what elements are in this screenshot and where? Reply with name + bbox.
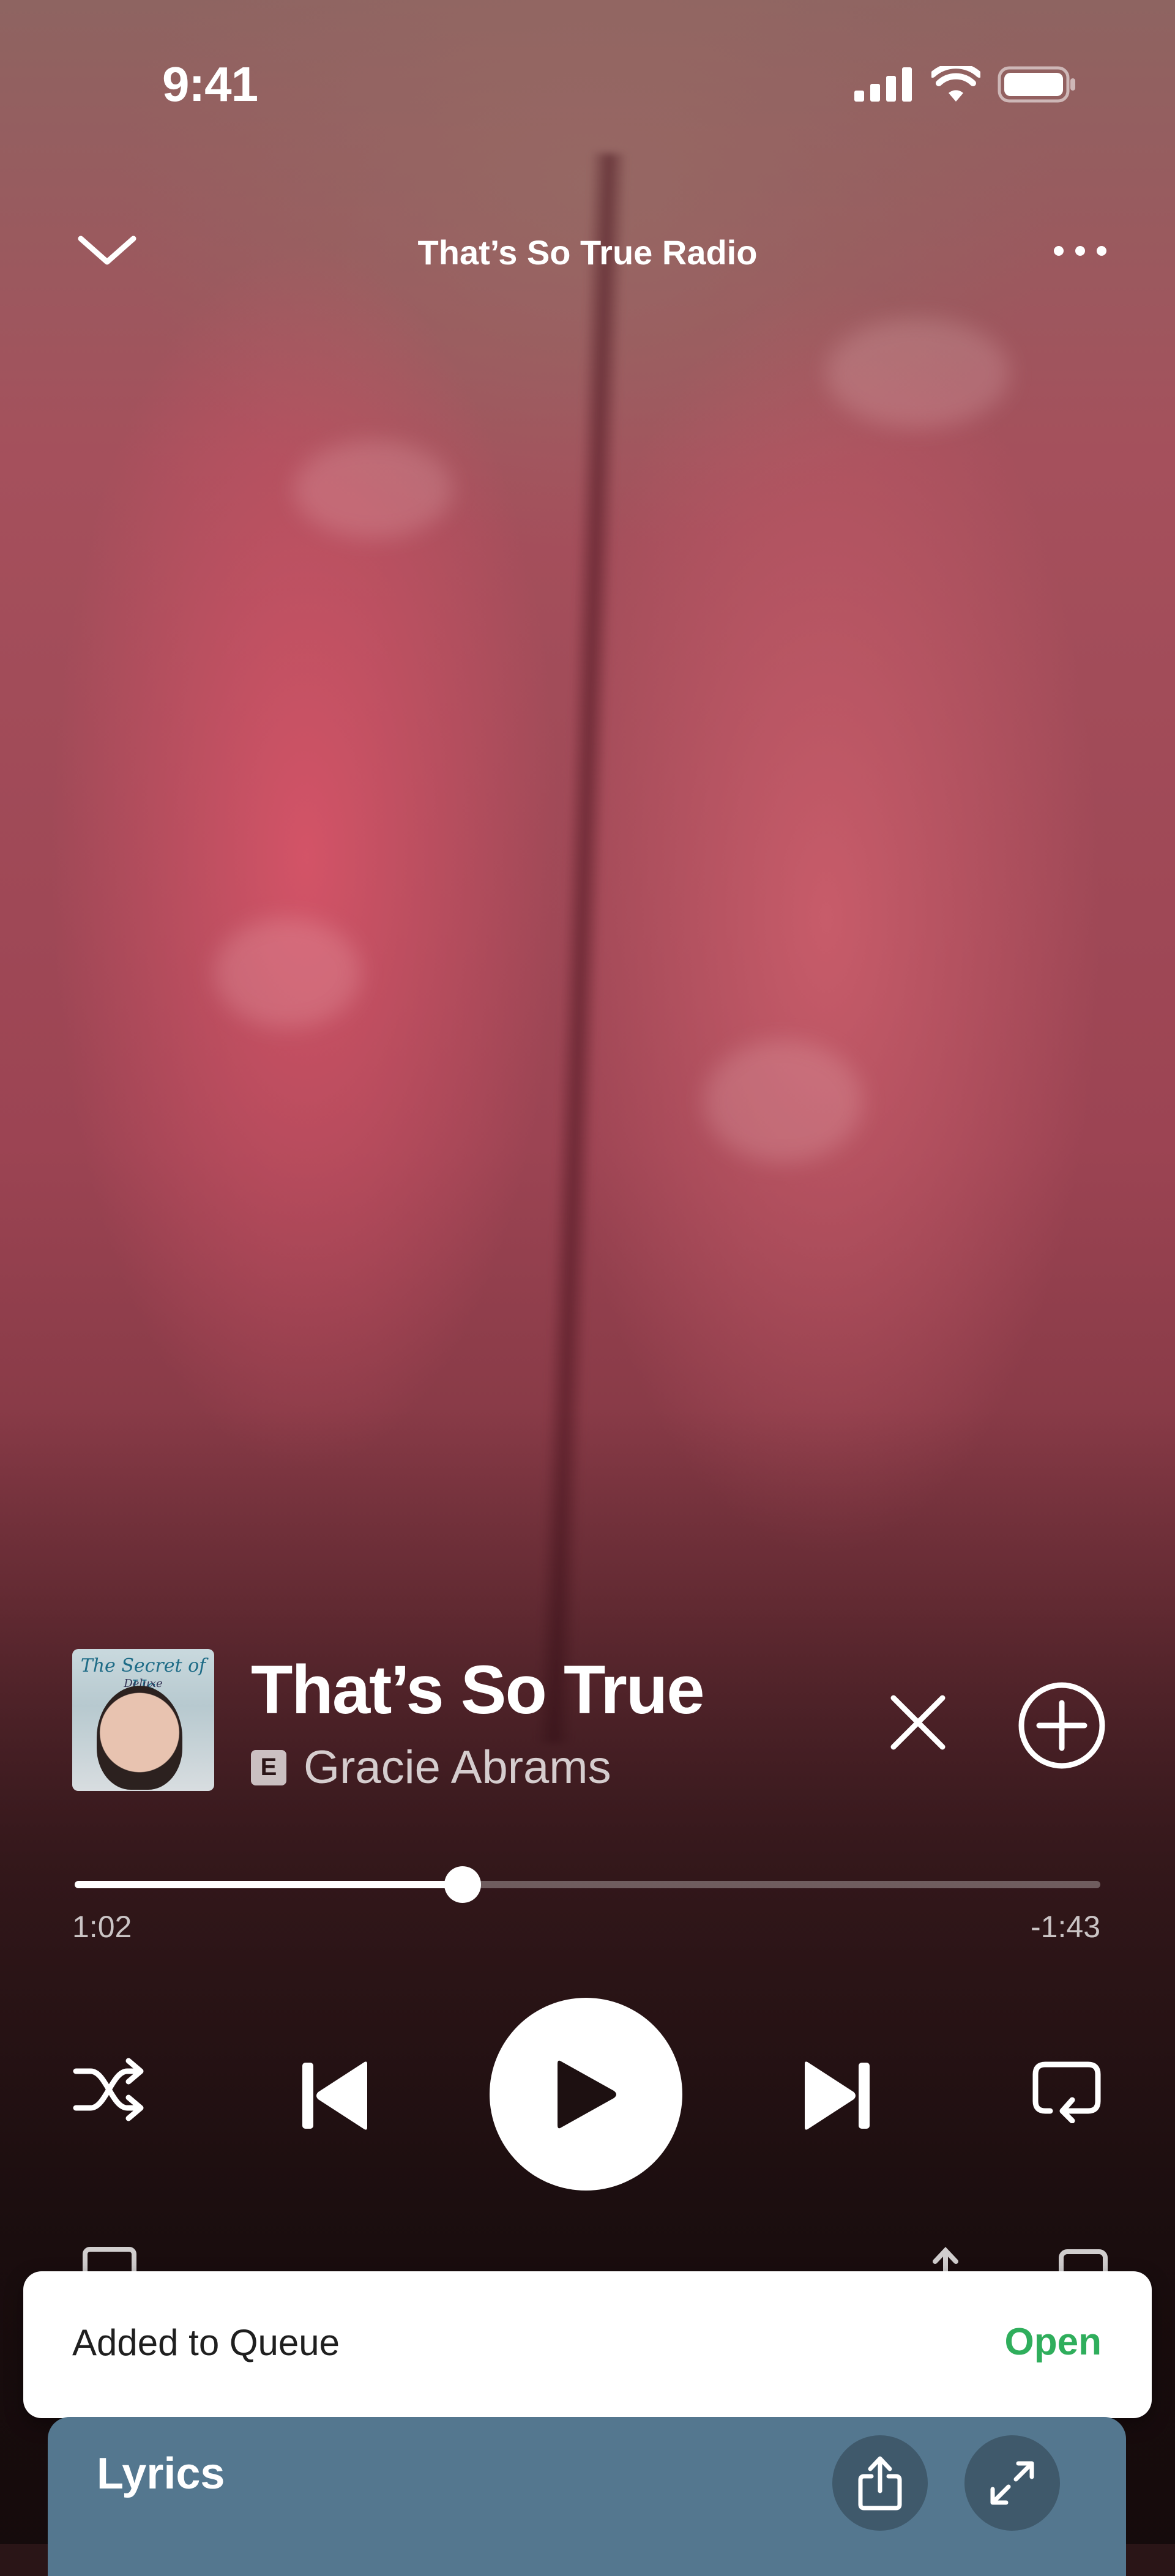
progress-knob[interactable] — [444, 1866, 481, 1903]
elapsed-time: 1:02 — [72, 1910, 132, 1944]
toast-open-button[interactable]: Open — [1005, 2320, 1102, 2364]
lyrics-share-button[interactable] — [832, 2435, 928, 2531]
close-icon[interactable] — [881, 1686, 955, 1759]
explicit-badge: E — [251, 1749, 286, 1785]
song-title[interactable]: That’s So True — [251, 1650, 705, 1729]
now-playing-header: That’s So True Radio — [0, 220, 1175, 281]
track-info: The Secret of Us Deluxe That’s So True E… — [0, 1649, 1175, 1796]
share-icon — [858, 2456, 902, 2511]
progress-slider[interactable] — [75, 1866, 1100, 1903]
wifi-icon — [931, 66, 980, 102]
shuffle-icon[interactable] — [72, 2056, 146, 2123]
status-time: 9:41 — [162, 57, 258, 111]
next-icon[interactable] — [802, 2059, 872, 2132]
added-to-queue-toast: Added to Queue Open — [23, 2271, 1152, 2418]
add-circle-icon[interactable] — [1016, 1680, 1108, 1771]
lyrics-card[interactable]: Lyrics — [48, 2417, 1126, 2576]
lyrics-expand-button[interactable] — [964, 2435, 1060, 2531]
repeat-icon[interactable] — [1032, 2056, 1102, 2123]
playback-controls — [0, 1998, 1175, 2194]
status-bar: 9:41 — [0, 0, 1175, 171]
artist-name[interactable]: Gracie Abrams — [304, 1741, 611, 1794]
cellular-signal-icon — [854, 67, 912, 102]
more-icon[interactable] — [1046, 233, 1114, 269]
context-title[interactable]: That’s So True Radio — [0, 233, 1175, 272]
play-button[interactable] — [490, 1998, 682, 2191]
lyrics-label: Lyrics — [97, 2449, 225, 2498]
previous-icon[interactable] — [300, 2059, 370, 2132]
expand-icon — [990, 2461, 1034, 2505]
toast-message: Added to Queue — [72, 2322, 340, 2363]
battery-icon — [998, 66, 1075, 103]
play-icon — [557, 2060, 616, 2128]
remaining-time: -1:43 — [1031, 1910, 1100, 1944]
album-art[interactable]: The Secret of Us Deluxe — [72, 1649, 214, 1791]
